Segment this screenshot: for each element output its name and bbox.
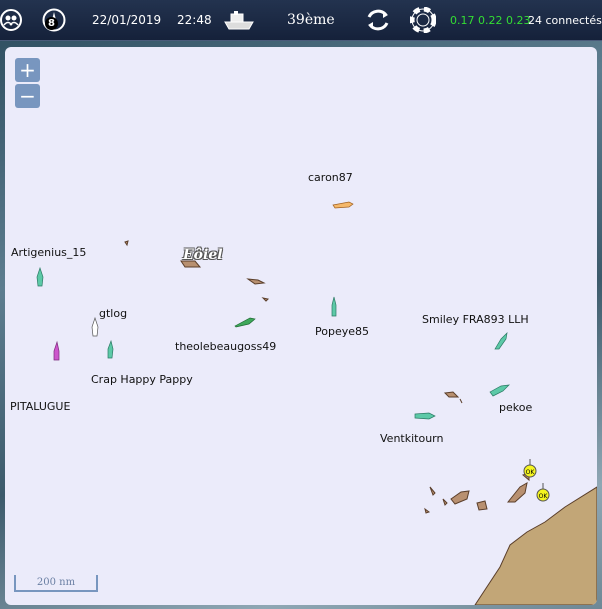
ok-marker-label: OK [526, 469, 536, 476]
boat-label[interactable]: Artigenius_15 [11, 246, 86, 259]
boat-gtlog [91, 316, 99, 337]
boat-label[interactable]: PITALUGUE [10, 400, 70, 413]
island [443, 391, 460, 398]
boat-pekoe [489, 384, 510, 397]
coastline-land [474, 486, 597, 605]
lifebuoy-icon[interactable] [410, 0, 436, 40]
island [476, 500, 488, 511]
boat-crap-happy-pappy [107, 339, 114, 359]
island-label: Eôiel [183, 247, 223, 263]
island [424, 507, 431, 514]
boat-theolebeaugoss [234, 317, 256, 328]
boat-label[interactable]: gtlog [99, 307, 127, 320]
speeds-text: 0.17 0.22 0.23 [450, 13, 531, 27]
ok-marker-1: OK [523, 459, 537, 478]
boat-label[interactable]: theolebeaugoss49 [175, 340, 276, 353]
top-bar: 8 22/01/2019 22:48 39ème 0.17 0.22 0.23 … [0, 0, 602, 41]
island [459, 398, 463, 404]
island [506, 482, 528, 503]
boat-caron87 [332, 201, 354, 209]
boat-label[interactable]: Popeye85 [315, 325, 369, 338]
boat-icon[interactable] [223, 0, 255, 40]
map-layer: OK OK [36, 201, 597, 605]
date-text: 22/01/2019 [92, 13, 162, 27]
island [124, 240, 129, 247]
rank-text: 39ème [287, 12, 335, 28]
ok-marker-2: OK [536, 483, 550, 502]
boat-artigenius [36, 266, 44, 287]
island [261, 297, 270, 302]
map-view[interactable]: + − OK OK Eôiel caron87 Artigenius_15 gt… [5, 47, 597, 605]
island [442, 498, 448, 506]
boat-label[interactable]: caron87 [308, 171, 353, 184]
refresh-icon[interactable] [364, 0, 392, 40]
boat-ventkitourn [414, 412, 436, 420]
island [450, 490, 470, 505]
boat-label[interactable]: Smiley FRA893 LLH [422, 313, 529, 326]
boat-smiley [494, 331, 508, 350]
ok-marker-label: OK [539, 493, 549, 500]
connected-count: 24 connectés [528, 13, 602, 27]
boat-pitalugue [53, 340, 60, 361]
scale-bar: 200 nm [14, 575, 98, 592]
island [429, 486, 436, 496]
boat-popeye85 [331, 296, 337, 317]
boat-label[interactable]: Crap Happy Pappy [91, 373, 193, 386]
time-text: 22:48 [177, 13, 212, 27]
boat-label[interactable]: pekoe [499, 401, 532, 414]
people-icon[interactable] [0, 0, 22, 40]
boat-label[interactable]: Ventkitourn [380, 432, 443, 445]
island [246, 278, 266, 285]
notification-badge: 8 [45, 17, 58, 30]
